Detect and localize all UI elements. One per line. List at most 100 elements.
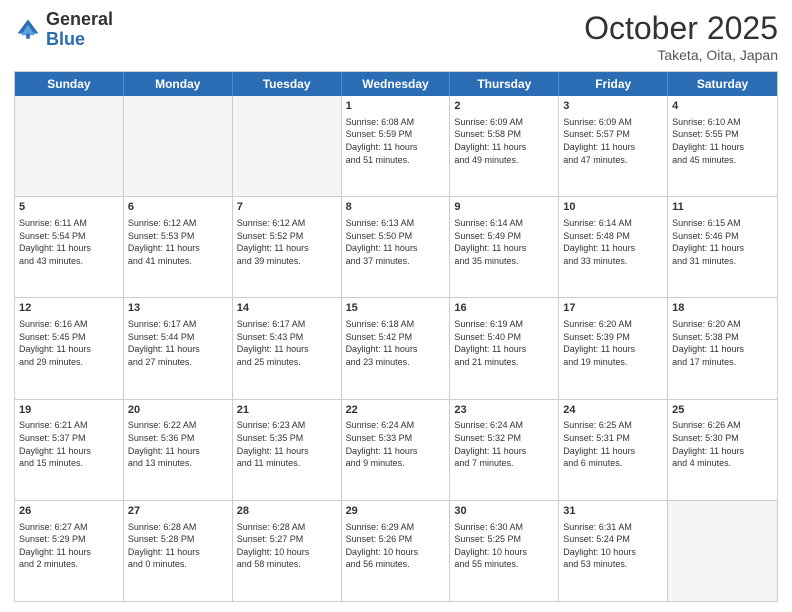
day-cell-4: 4 Sunrise: 6:10 AM Sunset: 5:55 PM Daylig…	[668, 96, 777, 196]
day-cell-empty	[233, 96, 342, 196]
day-cell-14: 14 Sunrise: 6:17 AM Sunset: 5:43 PM Dayli…	[233, 298, 342, 398]
day-info: Sunrise: 6:26 AM Sunset: 5:30 PM Dayligh…	[672, 419, 773, 469]
day-cell-10: 10 Sunrise: 6:14 AM Sunset: 5:48 PM Dayli…	[559, 197, 668, 297]
page: General Blue October 2025 Taketa, Oita, …	[0, 0, 792, 612]
title-area: October 2025 Taketa, Oita, Japan	[584, 10, 778, 63]
day-info: Sunrise: 6:23 AM Sunset: 5:35 PM Dayligh…	[237, 419, 337, 469]
day-number: 18	[672, 301, 773, 316]
day-info: Sunrise: 6:28 AM Sunset: 5:27 PM Dayligh…	[237, 521, 337, 571]
day-number: 13	[128, 301, 228, 316]
day-number: 9	[454, 200, 554, 215]
day-cell-3: 3Sunrise: 6:09 AM Sunset: 5:57 PM Daylig…	[559, 96, 668, 196]
logo-general-text: General	[46, 10, 113, 30]
day-info: Sunrise: 6:12 AM Sunset: 5:52 PM Dayligh…	[237, 217, 337, 267]
day-number: 24	[563, 403, 663, 418]
calendar-body: 1Sunrise: 6:08 AM Sunset: 5:59 PM Daylig…	[15, 96, 777, 601]
day-info: Sunrise: 6:25 AM Sunset: 5:31 PM Dayligh…	[563, 419, 663, 469]
day-header-tuesday: Tuesday	[233, 72, 342, 96]
logo-text: General Blue	[46, 10, 113, 50]
day-number: 14	[237, 301, 337, 316]
day-cell-29: 29Sunrise: 6:29 AM Sunset: 5:26 PM Dayli…	[342, 501, 451, 601]
day-number: 6	[128, 200, 228, 215]
day-cell-22: 22Sunrise: 6:24 AM Sunset: 5:33 PM Dayli…	[342, 400, 451, 500]
day-cell-15: 15 Sunrise: 6:18 AM Sunset: 5:42 PM Dayli…	[342, 298, 451, 398]
day-number: 16	[454, 301, 554, 316]
day-cell-13: 13 Sunrise: 6:17 AM Sunset: 5:44 PM Dayli…	[124, 298, 233, 398]
day-cell-27: 27 Sunrise: 6:28 AM Sunset: 5:28 PM Dayli…	[124, 501, 233, 601]
day-number: 25	[672, 403, 773, 418]
day-cell-23: 23Sunrise: 6:24 AM Sunset: 5:32 PM Dayli…	[450, 400, 559, 500]
day-number: 15	[346, 301, 446, 316]
day-info: Sunrise: 6:17 AM Sunset: 5:44 PM Dayligh…	[128, 318, 228, 368]
day-cell-6: 6 Sunrise: 6:12 AM Sunset: 5:53 PM Daylig…	[124, 197, 233, 297]
day-cell-12: 12 Sunrise: 6:16 AM Sunset: 5:45 PM Dayli…	[15, 298, 124, 398]
day-number: 21	[237, 403, 337, 418]
day-info: Sunrise: 6:20 AM Sunset: 5:38 PM Dayligh…	[672, 318, 773, 368]
day-cell-26: 26 Sunrise: 6:27 AM Sunset: 5:29 PM Dayli…	[15, 501, 124, 601]
day-cell-28: 28Sunrise: 6:28 AM Sunset: 5:27 PM Dayli…	[233, 501, 342, 601]
day-cell-30: 30 Sunrise: 6:30 AM Sunset: 5:25 PM Dayli…	[450, 501, 559, 601]
day-header-wednesday: Wednesday	[342, 72, 451, 96]
day-number: 7	[237, 200, 337, 215]
day-info: Sunrise: 6:09 AM Sunset: 5:58 PM Dayligh…	[454, 116, 554, 166]
day-info: Sunrise: 6:15 AM Sunset: 5:46 PM Dayligh…	[672, 217, 773, 267]
day-info: Sunrise: 6:22 AM Sunset: 5:36 PM Dayligh…	[128, 419, 228, 469]
day-cell-19: 19Sunrise: 6:21 AM Sunset: 5:37 PM Dayli…	[15, 400, 124, 500]
day-number: 23	[454, 403, 554, 418]
day-number: 31	[563, 504, 663, 519]
day-cell-11: 11 Sunrise: 6:15 AM Sunset: 5:46 PM Dayli…	[668, 197, 777, 297]
day-info: Sunrise: 6:12 AM Sunset: 5:53 PM Dayligh…	[128, 217, 228, 267]
day-info: Sunrise: 6:18 AM Sunset: 5:42 PM Dayligh…	[346, 318, 446, 368]
day-number: 27	[128, 504, 228, 519]
day-cell-18: 18 Sunrise: 6:20 AM Sunset: 5:38 PM Dayli…	[668, 298, 777, 398]
day-cell-17: 17 Sunrise: 6:20 AM Sunset: 5:39 PM Dayli…	[559, 298, 668, 398]
day-cell-5: 5Sunrise: 6:11 AM Sunset: 5:54 PM Daylig…	[15, 197, 124, 297]
day-info: Sunrise: 6:21 AM Sunset: 5:37 PM Dayligh…	[19, 419, 119, 469]
day-number: 26	[19, 504, 119, 519]
day-info: Sunrise: 6:28 AM Sunset: 5:28 PM Dayligh…	[128, 521, 228, 571]
day-info: Sunrise: 6:09 AM Sunset: 5:57 PM Dayligh…	[563, 116, 663, 166]
day-number: 12	[19, 301, 119, 316]
day-headers: SundayMondayTuesdayWednesdayThursdayFrid…	[15, 72, 777, 96]
day-info: Sunrise: 6:16 AM Sunset: 5:45 PM Dayligh…	[19, 318, 119, 368]
month-title: October 2025	[584, 10, 778, 47]
day-cell-8: 8 Sunrise: 6:13 AM Sunset: 5:50 PM Daylig…	[342, 197, 451, 297]
day-info: Sunrise: 6:27 AM Sunset: 5:29 PM Dayligh…	[19, 521, 119, 571]
day-number: 1	[346, 99, 446, 114]
day-header-monday: Monday	[124, 72, 233, 96]
day-info: Sunrise: 6:30 AM Sunset: 5:25 PM Dayligh…	[454, 521, 554, 571]
day-number: 5	[19, 200, 119, 215]
day-cell-empty	[124, 96, 233, 196]
week-row-2: 5Sunrise: 6:11 AM Sunset: 5:54 PM Daylig…	[15, 197, 777, 298]
day-number: 30	[454, 504, 554, 519]
day-number: 17	[563, 301, 663, 316]
day-info: Sunrise: 6:14 AM Sunset: 5:48 PM Dayligh…	[563, 217, 663, 267]
day-cell-2: 2Sunrise: 6:09 AM Sunset: 5:58 PM Daylig…	[450, 96, 559, 196]
week-row-5: 26 Sunrise: 6:27 AM Sunset: 5:29 PM Dayli…	[15, 501, 777, 601]
day-number: 11	[672, 200, 773, 215]
day-number: 8	[346, 200, 446, 215]
day-cell-31: 31Sunrise: 6:31 AM Sunset: 5:24 PM Dayli…	[559, 501, 668, 601]
day-info: Sunrise: 6:17 AM Sunset: 5:43 PM Dayligh…	[237, 318, 337, 368]
day-number: 19	[19, 403, 119, 418]
day-cell-16: 16Sunrise: 6:19 AM Sunset: 5:40 PM Dayli…	[450, 298, 559, 398]
logo-icon	[14, 16, 42, 44]
logo: General Blue	[14, 10, 113, 50]
day-number: 4	[672, 99, 773, 114]
day-info: Sunrise: 6:24 AM Sunset: 5:33 PM Dayligh…	[346, 419, 446, 469]
subtitle: Taketa, Oita, Japan	[584, 47, 778, 63]
day-cell-9: 9 Sunrise: 6:14 AM Sunset: 5:49 PM Daylig…	[450, 197, 559, 297]
day-info: Sunrise: 6:20 AM Sunset: 5:39 PM Dayligh…	[563, 318, 663, 368]
header: General Blue October 2025 Taketa, Oita, …	[14, 10, 778, 63]
day-info: Sunrise: 6:14 AM Sunset: 5:49 PM Dayligh…	[454, 217, 554, 267]
day-number: 10	[563, 200, 663, 215]
week-row-1: 1Sunrise: 6:08 AM Sunset: 5:59 PM Daylig…	[15, 96, 777, 197]
day-cell-25: 25Sunrise: 6:26 AM Sunset: 5:30 PM Dayli…	[668, 400, 777, 500]
logo-blue-text: Blue	[46, 30, 113, 50]
day-info: Sunrise: 6:13 AM Sunset: 5:50 PM Dayligh…	[346, 217, 446, 267]
day-header-thursday: Thursday	[450, 72, 559, 96]
day-number: 29	[346, 504, 446, 519]
day-info: Sunrise: 6:10 AM Sunset: 5:55 PM Dayligh…	[672, 116, 773, 166]
day-cell-7: 7 Sunrise: 6:12 AM Sunset: 5:52 PM Daylig…	[233, 197, 342, 297]
day-info: Sunrise: 6:24 AM Sunset: 5:32 PM Dayligh…	[454, 419, 554, 469]
